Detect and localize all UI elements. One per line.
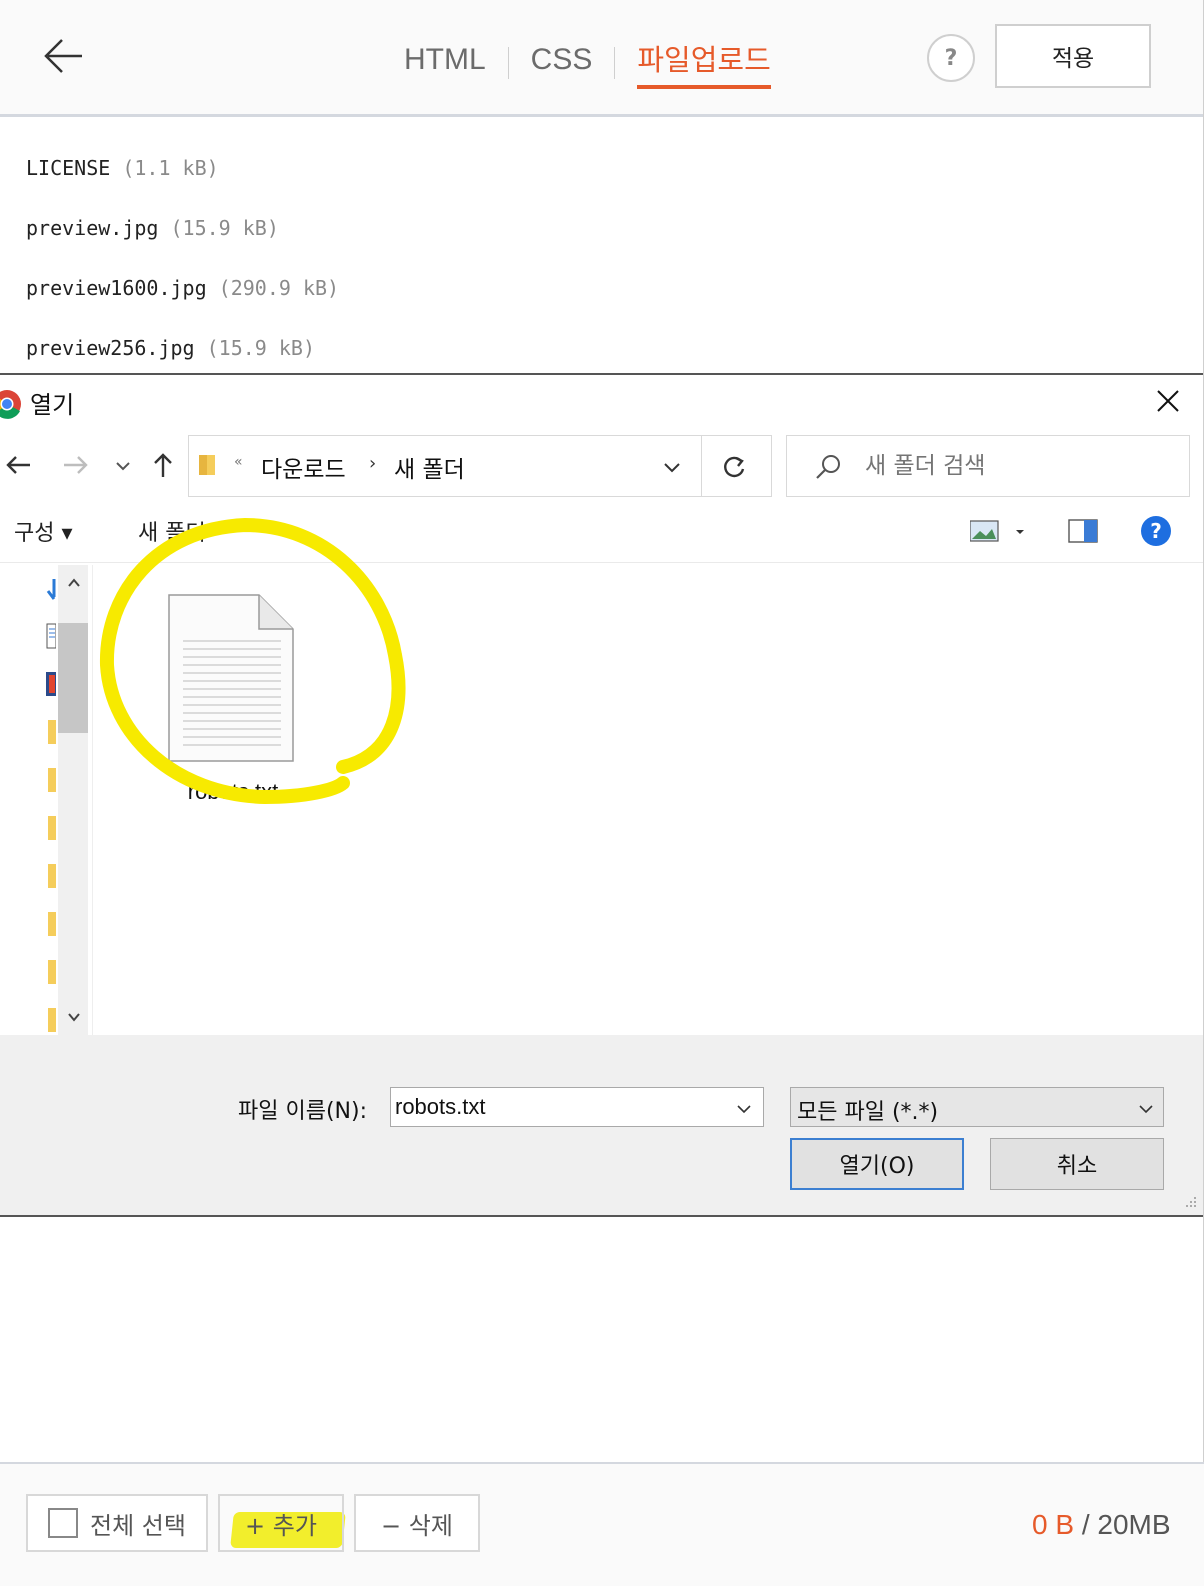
scroll-up-icon[interactable] <box>66 575 82 591</box>
file-row[interactable]: LICENSE (1.1 kB) <box>26 150 339 210</box>
select-all-label: 전체 선택 <box>90 1511 186 1540</box>
chevron-down-icon[interactable] <box>659 454 685 480</box>
downloads-icon[interactable] <box>46 577 56 603</box>
file-size: (1.1 kB) <box>122 156 219 180</box>
tab-file-upload[interactable]: 파일업로드 <box>637 37 771 89</box>
chrome-icon <box>0 389 22 419</box>
divider <box>701 436 702 496</box>
up-arrow-icon[interactable] <box>144 445 182 485</box>
folder-icon <box>197 453 217 477</box>
file-size: (290.9 kB) <box>218 276 340 300</box>
file-name: preview256.jpg <box>26 336 195 360</box>
folder-icon[interactable] <box>46 911 56 937</box>
scrollbar-thumb[interactable] <box>58 623 88 733</box>
documents-icon[interactable] <box>46 623 57 649</box>
file-size: (15.9 kB) <box>206 336 315 360</box>
open-file-dialog: 열기 « 다운로드 › 새 폴더 새 폴더 검색 구성 ▾ 새 폴더 ? rob… <box>0 373 1203 1217</box>
back-arrow-icon[interactable] <box>40 32 88 80</box>
navigation-scrollbar[interactable] <box>58 565 88 1035</box>
refresh-icon[interactable] <box>717 450 751 484</box>
close-icon[interactable] <box>1150 383 1186 419</box>
storage-usage: 0 B / 20MB <box>1032 1509 1171 1541</box>
tab-html[interactable]: HTML <box>404 43 486 83</box>
help-icon[interactable]: ? <box>1140 515 1172 547</box>
file-type-value: 모든 파일 (*.*) <box>797 1100 939 1125</box>
file-content-pane: robots.txt <box>92 565 1203 1035</box>
delete-file-label: − 삭제 <box>381 1511 453 1540</box>
apply-button[interactable]: 적용 <box>995 24 1151 88</box>
organize-menu-button[interactable]: 구성 ▾ <box>14 515 73 547</box>
recent-locations-chevron-icon[interactable] <box>104 445 142 485</box>
filename-field[interactable]: robots.txt <box>390 1087 764 1127</box>
breadcrumb-downloads[interactable]: 다운로드 <box>261 450 346 484</box>
tab-css[interactable]: CSS <box>531 43 593 83</box>
file-name: preview.jpg <box>26 216 159 240</box>
file-name: preview1600.jpg <box>26 276 207 300</box>
storage-total: / 20MB <box>1081 1509 1171 1540</box>
open-button[interactable]: 열기(O) <box>790 1138 964 1190</box>
file-size: (15.9 kB) <box>170 216 279 240</box>
folder-icon[interactable] <box>46 1007 56 1033</box>
search-icon <box>813 452 843 482</box>
editor-tabs: HTML CSS 파일업로드 <box>404 37 771 89</box>
uploaded-file-list: LICENSE (1.1 kB) preview.jpg (15.9 kB) p… <box>26 150 339 390</box>
preview-pane-icon[interactable] <box>1068 517 1098 545</box>
file-row[interactable]: preview.jpg (15.9 kB) <box>26 210 339 270</box>
delete-file-button[interactable]: − 삭제 <box>354 1494 480 1552</box>
dialog-footer: 파일 이름(N): robots.txt 모든 파일 (*.*) 열기(O) 취… <box>0 1035 1203 1215</box>
folder-icon[interactable] <box>46 767 56 793</box>
file-item[interactable]: robots.txt <box>163 589 303 809</box>
file-name: LICENSE <box>26 156 111 180</box>
view-options-icon[interactable] <box>969 517 1034 547</box>
resize-grip-icon[interactable] <box>1180 1193 1198 1211</box>
search-input[interactable] <box>865 446 1175 486</box>
filename-value: robots.txt <box>395 1094 486 1119</box>
file-item-label: robots.txt <box>187 779 279 804</box>
dialog-title: 열기 <box>30 391 75 419</box>
address-bar[interactable]: « 다운로드 › 새 폴더 <box>188 435 772 497</box>
text-file-icon <box>168 594 294 762</box>
back-arrow-icon[interactable] <box>0 445 38 485</box>
storage-used: 0 B <box>1032 1509 1075 1540</box>
folder-icon[interactable] <box>46 863 56 889</box>
chevron-down-icon[interactable] <box>735 1100 753 1118</box>
folder-icon[interactable] <box>46 959 56 985</box>
open-button-label: 열기(O) <box>839 1154 915 1179</box>
cancel-button[interactable]: 취소 <box>990 1138 1164 1190</box>
breadcrumb-new-folder[interactable]: 새 폴더 <box>394 450 465 484</box>
editor-header: HTML CSS 파일업로드 ? 적용 <box>0 0 1204 117</box>
filename-label: 파일 이름(N): <box>238 1099 367 1124</box>
overflow-chevron-icon: « <box>234 454 243 470</box>
dialog-titlebar: 열기 <box>0 375 1203 427</box>
tab-divider <box>507 47 509 79</box>
videos-icon[interactable] <box>46 671 56 697</box>
folder-icon[interactable] <box>46 719 56 745</box>
file-row[interactable]: preview1600.jpg (290.9 kB) <box>26 270 339 330</box>
upload-toolbar: 전체 선택 + 추가 − 삭제 0 B / 20MB <box>0 1462 1204 1586</box>
help-button[interactable]: ? <box>927 34 975 82</box>
select-all-button[interactable]: 전체 선택 <box>26 1494 208 1552</box>
checkbox[interactable] <box>48 1508 79 1538</box>
forward-arrow-icon[interactable] <box>56 445 94 485</box>
search-box[interactable] <box>786 435 1190 497</box>
folder-icon[interactable] <box>46 815 56 841</box>
navigation-pane <box>0 565 92 1035</box>
svg-text:?: ? <box>1150 519 1162 543</box>
dialog-toolbar: 구성 ▾ 새 폴더 ? <box>0 503 1203 563</box>
new-folder-button[interactable]: 새 폴더 <box>138 515 206 547</box>
scroll-down-icon[interactable] <box>66 1009 82 1025</box>
add-file-label: + 추가 <box>245 1511 317 1540</box>
tab-divider <box>614 47 616 79</box>
chevron-right-icon[interactable]: › <box>369 453 376 474</box>
file-type-select[interactable]: 모든 파일 (*.*) <box>790 1087 1164 1127</box>
add-file-button[interactable]: + 추가 <box>218 1494 344 1552</box>
chevron-down-icon[interactable] <box>1137 1100 1155 1118</box>
